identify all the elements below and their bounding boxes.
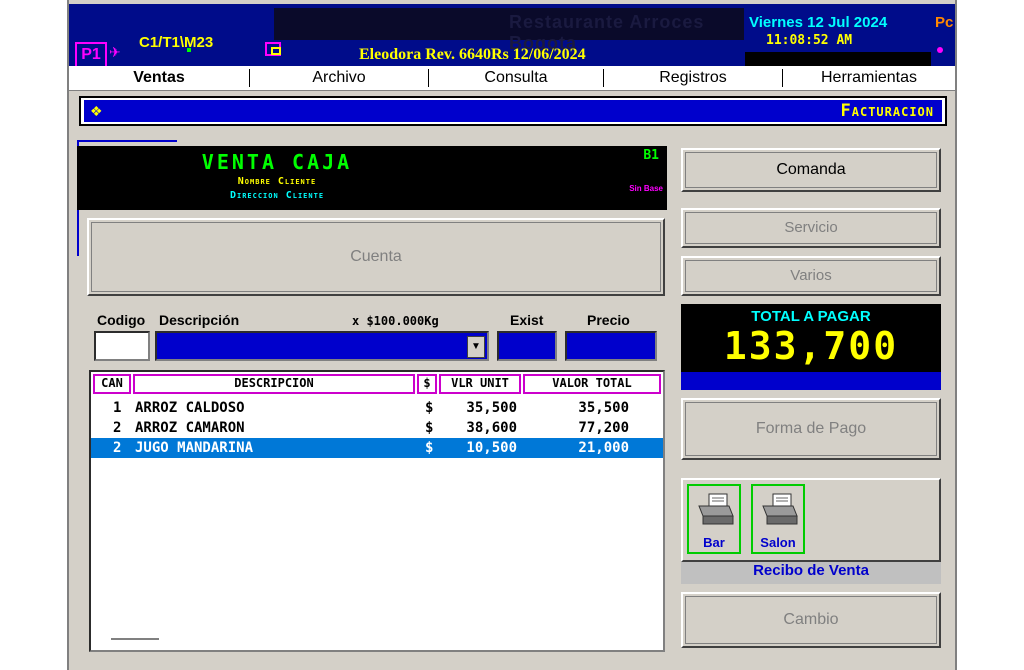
total-label: TOTAL A PAGAR (751, 308, 871, 325)
comanda-button[interactable]: Comanda (681, 148, 941, 192)
cell-unit: 35,500 (466, 400, 517, 416)
scroll-indicator[interactable] (111, 638, 159, 640)
diamond-icon: ❖ (90, 103, 103, 119)
precio-label: Precio (587, 312, 630, 328)
app-window: Restaurante Arroces Bogota P1 ✈ C1/T1\M2… (67, 0, 957, 670)
col-descripcion[interactable]: DESCRIPCION (133, 374, 415, 394)
forma-pago-label: Forma de Pago (755, 420, 867, 437)
cliente-nombre[interactable]: Nombre Cliente (77, 176, 477, 187)
col-can[interactable]: CAN (93, 374, 131, 394)
cell-can: 1 (113, 400, 122, 416)
servicio-label: Servicio (784, 219, 838, 236)
total-status-bar (681, 372, 941, 390)
table-row[interactable]: 2 ARROZ CAMARON $ 38,600 77,200 (91, 418, 663, 438)
date-label: Viernes 12 Jul 2024 (749, 14, 888, 31)
total-panel: TOTAL A PAGAR 133,700 (681, 304, 941, 372)
cell-total: 77,200 (578, 420, 629, 436)
unidad-label: x $100.000Kg (352, 314, 439, 328)
pc-status-dot (937, 47, 943, 53)
pc-label: Pc (935, 14, 954, 31)
table-row[interactable]: 1 ARROZ CALDOSO $ 35,500 35,500 (91, 398, 663, 418)
col-valor-total[interactable]: VALOR TOTAL (523, 374, 661, 394)
section-title: Facturacion (840, 101, 934, 121)
precio-field[interactable] (565, 331, 657, 361)
menu-registros[interactable]: Registros (604, 66, 782, 90)
pane-edge (77, 140, 177, 142)
cell-total: 21,000 (578, 440, 629, 456)
chevron-down-icon[interactable]: ▼ (467, 336, 485, 358)
items-table[interactable]: CAN DESCRIPCION $ VLR UNIT VALOR TOTAL 1… (89, 370, 665, 652)
codigo-input[interactable] (94, 331, 150, 361)
cell-unit: 10,500 (466, 440, 517, 456)
printer-bar-button[interactable]: Bar (687, 484, 741, 554)
cell-desc: ARROZ CAMARON (135, 420, 245, 436)
airplane-icon: ✈ (109, 44, 121, 60)
title-bar: Restaurante Arroces Bogota P1 ✈ C1/T1\M2… (69, 4, 955, 68)
menu-herramientas[interactable]: Herramientas (783, 66, 955, 90)
cliente-direccion[interactable]: Direccion Cliente (77, 190, 477, 201)
printer-salon-label: Salon (760, 535, 796, 550)
cell-total: 35,500 (578, 400, 629, 416)
title-banner: Restaurante Arroces Bogota (274, 8, 744, 53)
menu-ventas[interactable]: Ventas (69, 66, 249, 90)
status-dot (187, 48, 191, 52)
exist-label: Exist (510, 312, 544, 328)
network-icon[interactable] (265, 42, 281, 56)
terminal-badge[interactable]: P1 (75, 42, 107, 68)
cell-can: 2 (113, 420, 122, 436)
time-label: 11:08:52 AM (766, 33, 853, 48)
printer-icon (698, 493, 734, 525)
varios-button[interactable]: Varios (681, 256, 941, 296)
descripcion-select[interactable]: ▼ (155, 331, 489, 361)
total-value: 133,700 (723, 324, 899, 368)
section-header: ❖ Facturacion (79, 96, 947, 126)
mesa-code: B1 (643, 148, 659, 163)
version-label: Eleodora Rev. 6640Rs 12/06/2024 (359, 46, 586, 63)
cell-cur: $ (425, 420, 434, 436)
table-row-selected[interactable]: 2 JUGO MANDARINA $ 10,500 21,000 (91, 438, 663, 458)
cell-desc: ARROZ CALDOSO (135, 400, 245, 416)
venta-title: VENTA CAJA (201, 150, 353, 174)
venta-panel: VENTA CAJA Nombre Cliente Direccion Clie… (77, 146, 667, 210)
cuenta-label: Cuenta (350, 248, 402, 265)
cell-cur: $ (425, 400, 434, 416)
printer-icon (762, 493, 798, 525)
servicio-button[interactable]: Servicio (681, 208, 941, 248)
cell-cur: $ (425, 440, 434, 456)
varios-label: Varios (790, 267, 832, 284)
table-header: CAN DESCRIPCION $ VLR UNIT VALOR TOTAL (91, 374, 663, 394)
cambio-label: Cambio (783, 611, 839, 628)
menu-archivo[interactable]: Archivo (250, 66, 428, 90)
cell-can: 2 (113, 440, 122, 456)
cuenta-button[interactable]: Cuenta (87, 218, 665, 296)
comanda-label: Comanda (776, 161, 846, 178)
col-vlr-unit[interactable]: VLR UNIT (439, 374, 521, 394)
printer-salon-button[interactable]: Salon (751, 484, 805, 554)
sin-base-label: Sin Base (629, 184, 663, 193)
terminal-code: C1/T1\M23 (139, 34, 214, 51)
printer-bar-label: Bar (703, 535, 725, 550)
printer-panel: Bar Salon (681, 478, 941, 562)
forma-pago-button[interactable]: Forma de Pago (681, 398, 941, 460)
recibo-label: Recibo de Venta (681, 562, 941, 584)
cell-unit: 38,600 (466, 420, 517, 436)
menu-bar: Ventas Archivo Consulta Registros Herram… (69, 66, 955, 91)
col-currency[interactable]: $ (417, 374, 437, 394)
codigo-label: Codigo (97, 312, 146, 328)
entry-row: Codigo Descripción x $100.000Kg Exist Pr… (87, 308, 665, 362)
cell-desc: JUGO MANDARINA (135, 440, 254, 456)
menu-consulta[interactable]: Consulta (429, 66, 603, 90)
descripcion-label: Descripción (159, 312, 240, 328)
exist-field (497, 331, 557, 361)
cambio-button[interactable]: Cambio (681, 592, 941, 648)
